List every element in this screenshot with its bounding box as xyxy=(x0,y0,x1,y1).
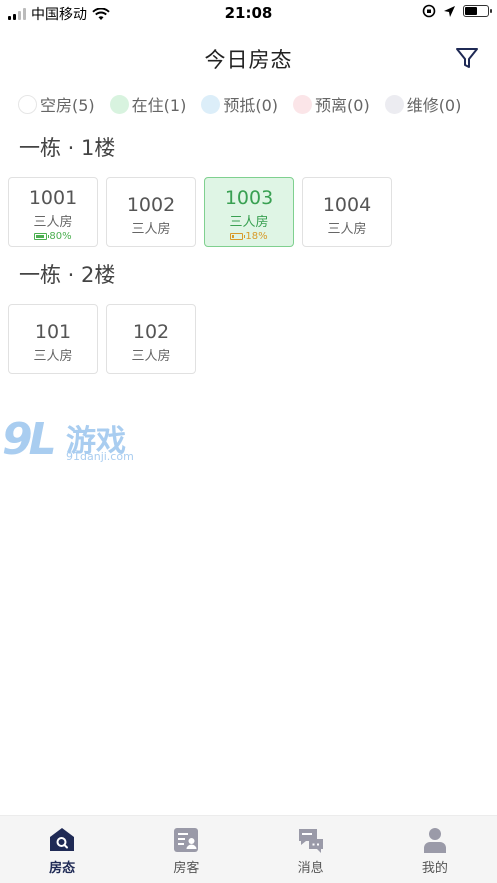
lock-battery: 80% xyxy=(9,231,97,242)
room-number: 102 xyxy=(132,321,170,343)
tab-messages[interactable]: 消息 xyxy=(249,816,373,883)
status-legend: 空房(5) 在住(1) 预抵(0) 预离(0) 维修(0) xyxy=(18,92,461,116)
battery-percent: 80% xyxy=(49,231,72,242)
room-card-101[interactable]: 101 三人房 xyxy=(8,304,98,374)
room-number: 1003 xyxy=(224,187,274,209)
house-search-icon xyxy=(50,828,75,851)
room-type: 三人房 xyxy=(131,349,171,364)
tab-label: 我的 xyxy=(421,861,448,876)
room-type: 三人房 xyxy=(33,349,73,364)
watermark-url: 91danji.com xyxy=(66,450,134,463)
room-card-1004[interactable]: 1004 三人房 xyxy=(302,177,392,247)
filter-button[interactable] xyxy=(454,45,480,71)
battery-icon xyxy=(230,233,246,240)
tab-label: 房态 xyxy=(49,861,76,876)
legend-dot xyxy=(384,94,404,114)
legend-label: 在住(1) xyxy=(131,96,187,115)
tab-guests[interactable]: 房客 xyxy=(124,816,248,883)
guest-list-icon xyxy=(174,828,199,852)
person-icon xyxy=(423,828,446,853)
room-card-102[interactable]: 102 三人房 xyxy=(106,304,196,374)
floor-title: 一栋 · 1楼 xyxy=(19,136,116,160)
lock-battery: 18% xyxy=(205,231,293,242)
tab-label: 房客 xyxy=(173,861,200,876)
tab-label: 消息 xyxy=(297,861,324,876)
tab-profile[interactable]: 我的 xyxy=(373,816,497,883)
legend-dot xyxy=(18,94,37,114)
legend-maintenance[interactable]: 维修(0) xyxy=(384,92,462,116)
page-title: 今日房态 xyxy=(204,48,293,72)
legend-label: 预抵(0) xyxy=(223,96,279,115)
room-card-1002[interactable]: 1002 三人房 xyxy=(106,177,196,247)
legend-arriving[interactable]: 预抵(0) xyxy=(201,92,278,116)
legend-dot xyxy=(293,94,313,114)
chat-icon xyxy=(298,829,323,853)
funnel-icon xyxy=(456,48,478,68)
legend-dot xyxy=(109,94,129,114)
location-icon xyxy=(444,5,455,17)
room-number: 1001 xyxy=(28,187,78,209)
legend-label: 空房(5) xyxy=(40,96,95,115)
bottom-tabbar: 房态 房客 消息 我的 xyxy=(0,815,497,883)
legend-occupied[interactable]: 在住(1) xyxy=(109,92,187,116)
room-type: 三人房 xyxy=(327,222,367,237)
orientation-lock-icon xyxy=(422,4,436,18)
legend-dot xyxy=(201,94,221,114)
legend-departing[interactable]: 预离(0) xyxy=(293,92,370,116)
legend-label: 预离(0) xyxy=(315,96,370,115)
room-number: 101 xyxy=(34,321,72,343)
legend-vacant[interactable]: 空房(5) xyxy=(18,92,95,116)
tab-room-status[interactable]: 房态 xyxy=(0,816,124,883)
room-number: 1002 xyxy=(126,194,176,216)
battery-icon xyxy=(463,5,492,17)
room-row-floor-2: 101 三人房 102 三人房 xyxy=(8,304,196,374)
header: 今日房态 xyxy=(0,38,497,78)
battery-percent: 18% xyxy=(245,231,268,242)
room-row-floor-1: 1001 三人房 80% 1002 三人房 1003 三人房 18% 1004 … xyxy=(8,177,392,247)
room-number: 1004 xyxy=(322,194,372,216)
room-card-1003[interactable]: 1003 三人房 18% xyxy=(204,177,294,247)
room-type: 三人房 xyxy=(33,215,73,230)
status-bar: 中国移动 21:08 xyxy=(0,0,497,26)
watermark-mark: 9L xyxy=(2,414,57,465)
room-type: 三人房 xyxy=(229,215,269,230)
room-card-1001[interactable]: 1001 三人房 80% xyxy=(8,177,98,247)
watermark-logo: 9L 游戏 91danji.com xyxy=(2,414,137,468)
legend-label: 维修(0) xyxy=(406,96,462,115)
room-type: 三人房 xyxy=(131,222,171,237)
status-right xyxy=(422,4,492,18)
floor-title: 一栋 · 2楼 xyxy=(19,263,116,287)
battery-icon xyxy=(34,233,50,240)
